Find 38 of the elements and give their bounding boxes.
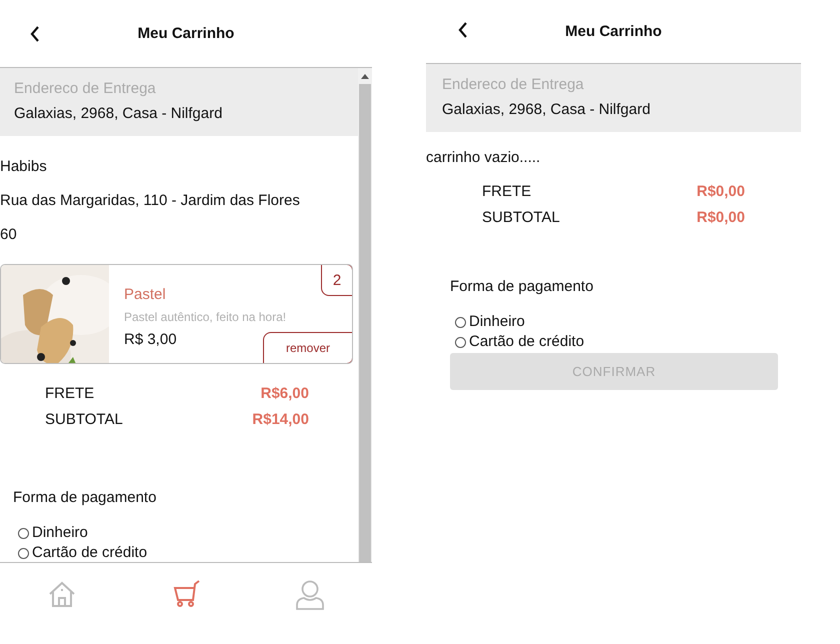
remove-button[interactable]: remover [263, 332, 352, 363]
back-icon[interactable] [458, 22, 468, 38]
restaurant-info: 60 [0, 226, 18, 243]
address-value: Galaxias, 2968, Casa - Nilfgard [442, 101, 652, 118]
radio-button[interactable] [18, 528, 29, 538]
payment-option[interactable]: Dinheiro [455, 313, 778, 331]
product-name: Pastel [124, 286, 167, 303]
payment-title: Forma de pagamento [13, 489, 158, 506]
payment-option[interactable]: Dinheiro [18, 524, 358, 542]
payment-option[interactable]: Cartão de crédito [455, 333, 778, 351]
radio-button[interactable] [18, 548, 29, 558]
total-label: SUBTOTAL [45, 411, 123, 428]
radio-button[interactable] [455, 336, 466, 348]
product-price: R$ 3,00 [124, 331, 178, 348]
total-label: FRETE [482, 183, 532, 200]
page-title: Meu Carrinho [138, 25, 234, 42]
address-label: Endereco de Entrega [14, 80, 157, 97]
page-title: Meu Carrinho [565, 23, 662, 40]
total-value: R$6,00 [260, 385, 309, 402]
scroll-up-icon[interactable] [361, 74, 369, 79]
back-icon[interactable] [30, 26, 40, 42]
restaurant-address: Rua das Margaridas, 110 - Jardim das Flores [0, 192, 301, 209]
total-value: R$0,00 [696, 209, 745, 226]
total-label: FRETE [45, 385, 94, 402]
total-value: R$14,00 [252, 411, 309, 428]
payment-option[interactable]: Cartão de crédito [18, 544, 358, 562]
scrollbar[interactable] [358, 68, 372, 562]
cart-icon[interactable] [172, 580, 200, 608]
product-description: Pastel autêntico, feito na hora! [124, 310, 286, 324]
restaurant-name: Habibs [0, 158, 48, 175]
radio-button[interactable] [455, 316, 466, 328]
address-value: Galaxias, 2968, Casa - Nilfgard [14, 105, 224, 122]
payment-title: Forma de pagamento [450, 278, 594, 295]
total-value: R$0,00 [696, 183, 745, 200]
quantity-badge: 2 [321, 265, 352, 296]
address-label: Endereco de Entrega [442, 76, 585, 93]
total-label: SUBTOTAL [482, 209, 560, 226]
empty-cart-message: carrinho vazio..... [426, 148, 542, 166]
